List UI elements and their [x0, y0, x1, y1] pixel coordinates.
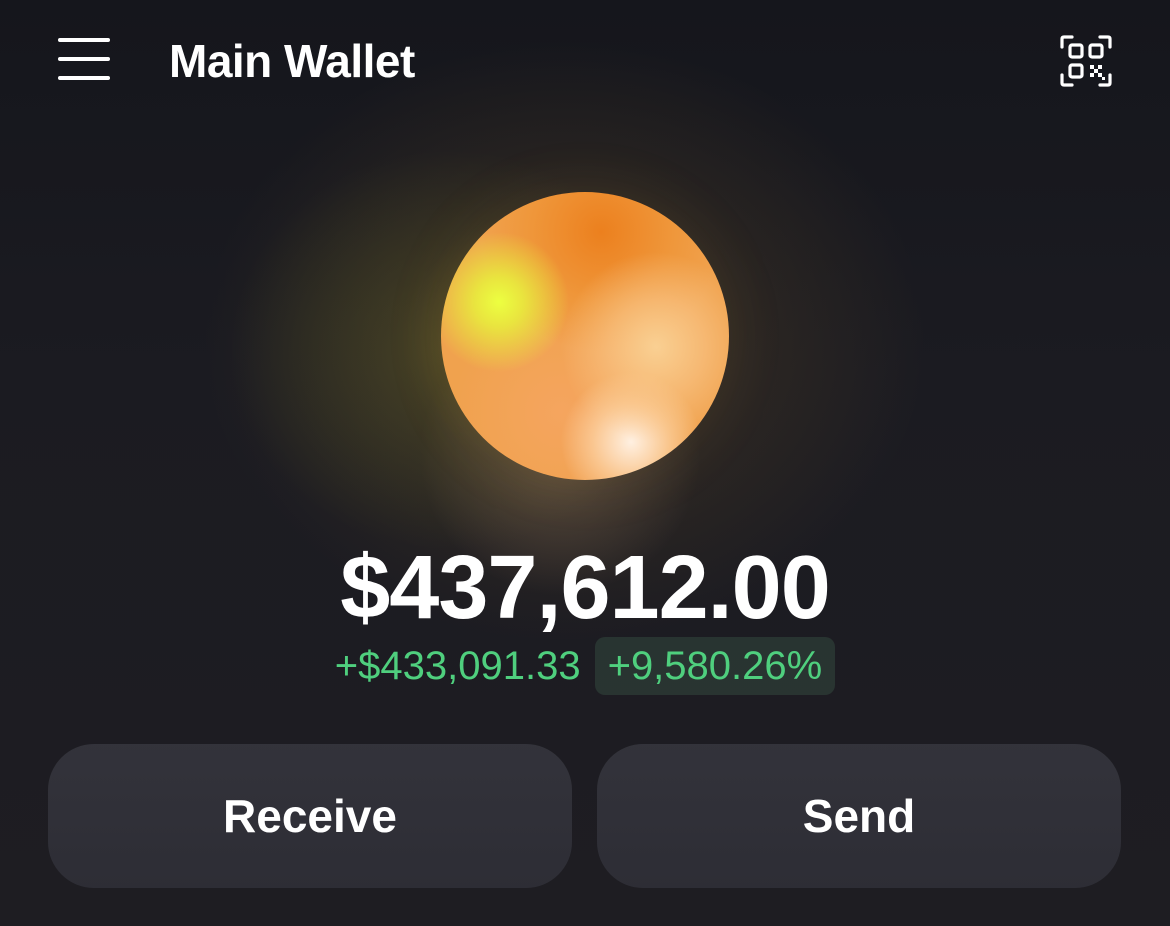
- menu-line: [58, 76, 110, 80]
- send-button[interactable]: Send: [597, 744, 1121, 888]
- menu-line: [58, 57, 110, 61]
- qr-code-icon[interactable]: [1058, 33, 1114, 89]
- total-balance: $437,612.00: [340, 538, 831, 638]
- receive-button[interactable]: Receive: [48, 744, 572, 888]
- menu-line: [58, 38, 110, 42]
- wallet-title[interactable]: Main Wallet: [169, 33, 415, 89]
- balance-change-row: +$433,091.33 +9,580.26%: [0, 636, 1170, 696]
- header-bar: Main Wallet: [0, 0, 1170, 124]
- change-percent-badge: +9,580.26%: [594, 637, 836, 695]
- change-amount: +$433,091.33: [334, 644, 581, 688]
- hamburger-menu-icon[interactable]: [50, 31, 114, 87]
- wallet-avatar-orb: [441, 192, 729, 480]
